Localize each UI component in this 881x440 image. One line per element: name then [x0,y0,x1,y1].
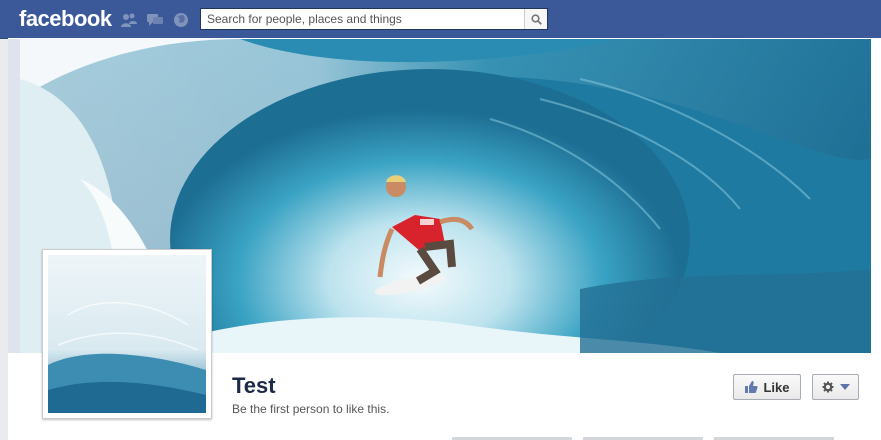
gear-icon [822,381,833,393]
page-title[interactable]: Test [232,373,276,399]
messages-icon[interactable] [146,12,164,28]
facebook-logo[interactable]: facebook [19,6,112,32]
timeline-left-edge [8,39,20,353]
like-button[interactable]: Like [733,374,801,400]
like-button-label: Like [763,379,790,395]
profile-picture[interactable] [42,249,212,419]
page-settings-button[interactable] [812,374,859,400]
top-navigation-bar: facebook [0,0,881,39]
like-summary: Be the first person to like this. [232,402,390,416]
friends-icon[interactable] [120,12,138,28]
chevron-down-icon [839,384,850,390]
search-button[interactable] [524,9,547,29]
search-box [200,8,548,30]
thumbs-up-icon [744,380,759,394]
search-icon [530,13,542,25]
notifications-globe-icon[interactable] [172,12,190,28]
search-input[interactable] [201,9,523,29]
